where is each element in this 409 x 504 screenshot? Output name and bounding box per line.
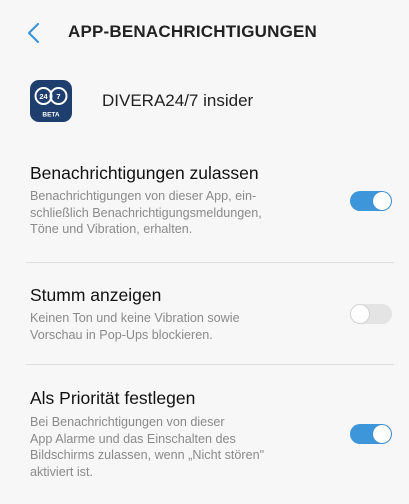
setting-description: Keinen Ton und keine Vibration sowie Vor… xyxy=(30,311,240,342)
app-icon: 24 7 BETA xyxy=(30,80,72,122)
app-name: DIVERA24/7 insider xyxy=(102,91,254,110)
divider xyxy=(26,364,394,365)
toggle-knob xyxy=(351,305,369,323)
toggle-knob xyxy=(373,192,391,210)
divera-app-icon: 24 7 BETA xyxy=(34,87,68,119)
app-info-row: 24 7 BETA DIVERA24/7 insider xyxy=(0,76,409,126)
back-button[interactable] xyxy=(22,18,48,48)
setting-title: Stumm anzeigen xyxy=(30,285,162,305)
setting-set-as-priority[interactable]: Als Priorität festlegen Bei Benachrichti… xyxy=(0,388,409,488)
setting-title: Benachrichtigungen zulassen xyxy=(30,163,259,183)
setting-allow-notifications[interactable]: Benachrichtigungen zulassen Benachrichti… xyxy=(0,163,409,253)
show-silently-toggle[interactable] xyxy=(350,304,392,324)
chevron-left-icon xyxy=(27,22,40,44)
app-bar: APP-BENACHRICHTIGUNGEN xyxy=(0,0,409,64)
page-title: APP-BENACHRICHTIGUNGEN xyxy=(68,22,318,41)
app-icon-right-text: 7 xyxy=(56,92,60,101)
set-as-priority-toggle[interactable] xyxy=(350,424,392,444)
setting-description: Benachrichtigungen von dieser App, ein- … xyxy=(30,189,262,236)
setting-show-silently[interactable]: Stumm anzeigen Keinen Ton und keine Vibr… xyxy=(0,285,409,350)
setting-description: Bei Benachrichtigungen von dieser App Al… xyxy=(30,415,265,479)
toggle-knob xyxy=(373,425,391,443)
app-icon-badge: BETA xyxy=(42,112,60,119)
allow-notifications-toggle[interactable] xyxy=(350,191,392,211)
divider xyxy=(26,262,394,263)
app-icon-left-text: 24 xyxy=(39,92,48,101)
setting-title: Als Priorität festlegen xyxy=(30,388,196,408)
